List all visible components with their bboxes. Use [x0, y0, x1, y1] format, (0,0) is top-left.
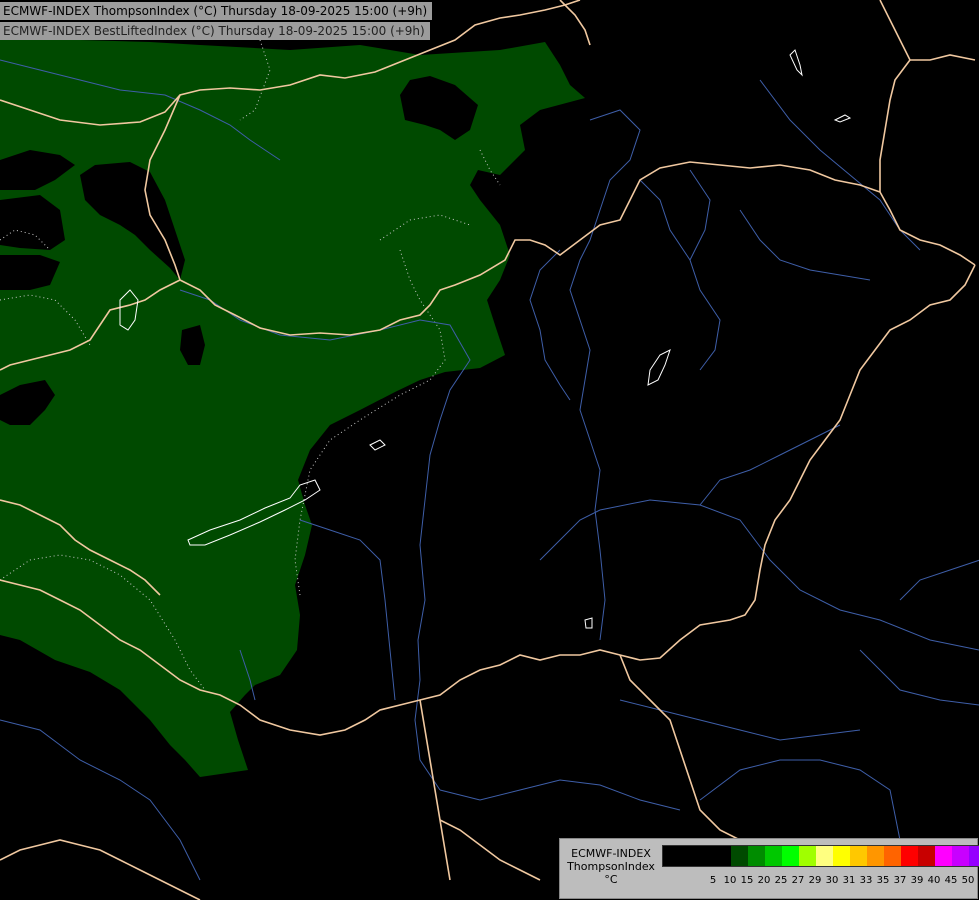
legend-swatch	[833, 846, 850, 866]
legend-tick-label: 15	[740, 875, 754, 886]
legend-swatch	[663, 846, 680, 866]
legend-swatch	[850, 846, 867, 866]
legend-swatch	[969, 846, 979, 866]
color-legend: ECMWF-INDEX ThompsonIndex °C 5 10 15 20 25 27…	[559, 838, 979, 899]
legend-tick-label: 5	[709, 875, 717, 886]
legend-tick-label: 39	[910, 875, 924, 886]
legend-swatch	[884, 846, 901, 866]
legend-swatch	[731, 846, 748, 866]
legend-tick-label: 10	[723, 875, 737, 886]
legend-title-model: ECMWF-INDEX	[571, 847, 651, 860]
legend-tick-label: 35	[876, 875, 890, 886]
legend-tick-label: 50	[961, 875, 975, 886]
legend-tick-label: 30	[825, 875, 839, 886]
legend-title: ECMWF-INDEX ThompsonIndex °C	[562, 847, 660, 886]
legend-tick-labels: 51015202527293031333537394045505560	[662, 875, 979, 889]
legend-swatch	[918, 846, 935, 866]
legend-swatch	[799, 846, 816, 866]
legend-tick-label: 33	[859, 875, 873, 886]
legend-tick-label: 31	[842, 875, 856, 886]
legend-swatch	[782, 846, 799, 866]
legend-swatch	[680, 846, 697, 866]
legend-swatch	[867, 846, 884, 866]
legend-tick-label: 37	[893, 875, 907, 886]
legend-swatch	[748, 846, 765, 866]
legend-swatch	[697, 846, 714, 866]
legend-swatch	[935, 846, 952, 866]
map-title-bestlifted: ECMWF-INDEX BestLiftedIndex (°C) Thursda…	[0, 22, 430, 40]
weather-map	[0, 0, 979, 900]
legend-swatches	[662, 845, 979, 867]
legend-tick-label: 27	[791, 875, 805, 886]
legend-title-unit: °C	[604, 873, 618, 886]
legend-swatch	[714, 846, 731, 866]
legend-swatch	[952, 846, 969, 866]
legend-tick-label: 40	[927, 875, 941, 886]
legend-tick-label: 20	[757, 875, 771, 886]
legend-tick-label: 25	[774, 875, 788, 886]
legend-title-index: ThompsonIndex	[567, 860, 655, 873]
legend-swatch	[901, 846, 918, 866]
legend-swatch	[816, 846, 833, 866]
legend-swatch	[765, 846, 782, 866]
legend-tick-label: 29	[808, 875, 822, 886]
legend-tick-label: 45	[944, 875, 958, 886]
map-title-thompson: ECMWF-INDEX ThompsonIndex (°C) Thursday …	[0, 2, 433, 20]
